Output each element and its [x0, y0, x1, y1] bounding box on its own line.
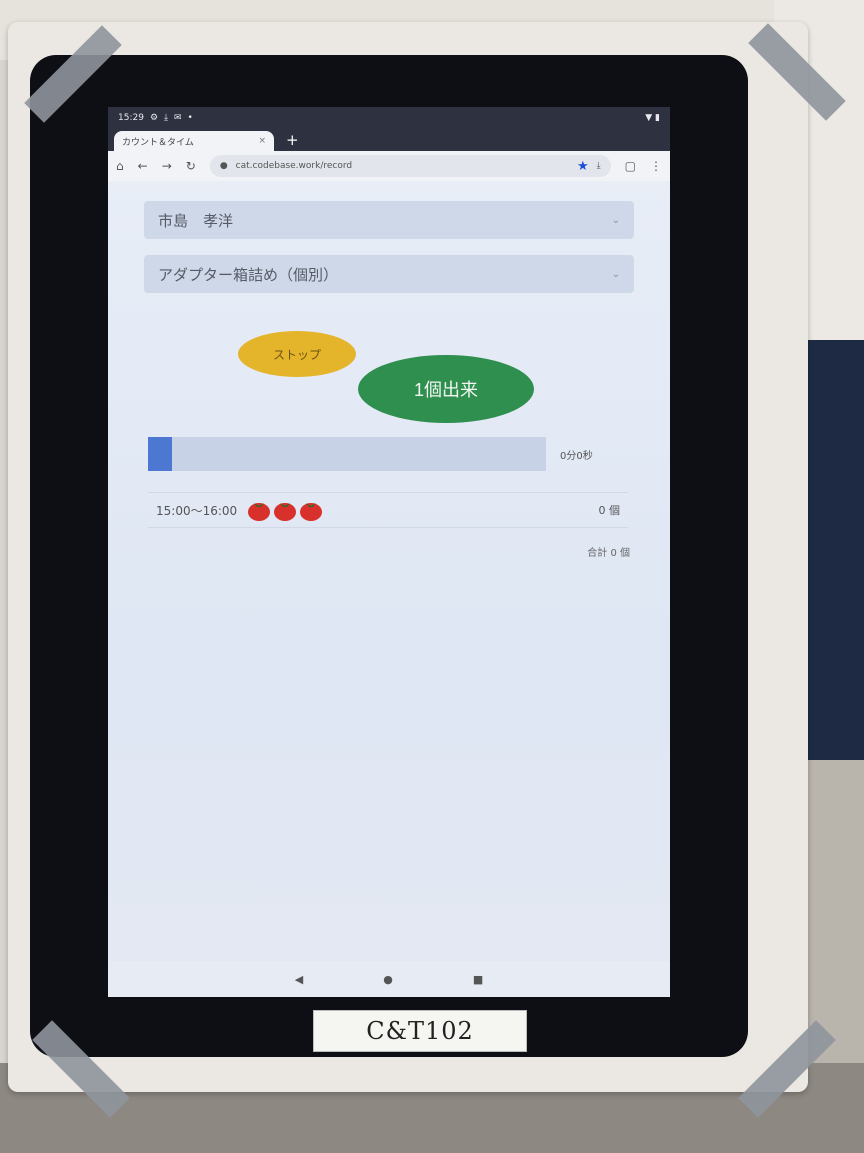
menu-icon[interactable]: ⋮ — [650, 159, 662, 173]
progress-fill — [148, 437, 172, 471]
forward-icon[interactable]: → — [162, 159, 172, 173]
tomato-icon — [300, 503, 323, 521]
nav-home-icon[interactable]: ● — [383, 973, 393, 986]
total-count: 合計 0 個 — [587, 548, 630, 559]
url-text: cat.codebase.work/record — [235, 161, 353, 171]
close-icon[interactable]: × — [258, 136, 266, 146]
new-tab-button[interactable]: + — [286, 131, 299, 149]
record-page: 市島 孝洋 ⌄ アダプター箱詰め（個別） ⌄ — [108, 201, 670, 293]
tabs-icon[interactable]: ▢ — [625, 159, 636, 173]
tab-strip: カウント＆タイム × + — [108, 129, 670, 151]
tomato-icon — [248, 503, 271, 521]
notification-icon: • — [187, 113, 193, 123]
download-icon: ⤓ — [164, 113, 168, 123]
mail-icon: ✉ — [174, 113, 182, 123]
back-icon[interactable]: ← — [138, 159, 148, 173]
address-bar[interactable]: ● cat.codebase.work/record ★ ⤓ — [209, 155, 611, 177]
browser-toolbar: ⌂ ← → ↻ ● cat.codebase.work/record ★ ⤓ ▢… — [108, 151, 670, 181]
worker-select[interactable]: 市島 孝洋 ⌄ — [144, 201, 634, 239]
progress-bar — [148, 437, 546, 471]
bookmark-star-icon[interactable]: ★ — [577, 159, 589, 174]
tomato-icons — [247, 499, 323, 521]
device-label: C&T102 — [313, 1010, 527, 1052]
time-slot-row: 15:00～16:00 0 個 — [148, 492, 628, 528]
browser-tab[interactable]: カウント＆タイム × — [114, 131, 274, 151]
tablet-screen: 15:29 ⚙ ⤓ ✉ • ▼ ▮ カウント＆タイム × + ⌂ ← → ↻ ●… — [108, 107, 670, 997]
home-icon[interactable]: ⌂ — [116, 159, 124, 173]
tab-title: カウント＆タイム — [122, 137, 194, 148]
stop-button[interactable]: ストップ — [238, 331, 356, 377]
nav-recents-icon[interactable]: ■ — [473, 973, 483, 986]
worker-select-value: 市島 孝洋 — [158, 211, 234, 230]
lock-icon: ● — [219, 161, 228, 171]
tomato-icon — [274, 503, 297, 521]
elapsed-timer: 0分0秒 — [560, 450, 593, 462]
chevron-down-icon: ⌄ — [611, 214, 620, 226]
status-bar: 15:29 ⚙ ⤓ ✉ • ▼ ▮ — [108, 107, 670, 129]
reload-icon[interactable]: ↻ — [186, 159, 196, 173]
task-select-value: アダプター箱詰め（個別） — [158, 265, 339, 284]
status-time: 15:29 — [118, 113, 144, 123]
nav-back-icon[interactable]: ◀ — [295, 973, 303, 986]
progress-row: 0分0秒 — [148, 437, 628, 471]
android-nav-bar: ◀ ● ■ — [108, 961, 670, 997]
task-select[interactable]: アダプター箱詰め（個別） ⌄ — [144, 255, 634, 293]
slot-count: 0 個 — [598, 504, 621, 517]
download-icon[interactable]: ⤓ — [597, 161, 601, 171]
battery-icon: ▮ — [655, 113, 660, 123]
chevron-down-icon: ⌄ — [611, 268, 620, 280]
slot-time-range: 15:00～16:00 — [156, 503, 238, 518]
gear-icon: ⚙ — [149, 113, 159, 123]
one-done-button[interactable]: 1個出来 — [358, 355, 534, 423]
wifi-icon: ▼ — [645, 113, 653, 123]
